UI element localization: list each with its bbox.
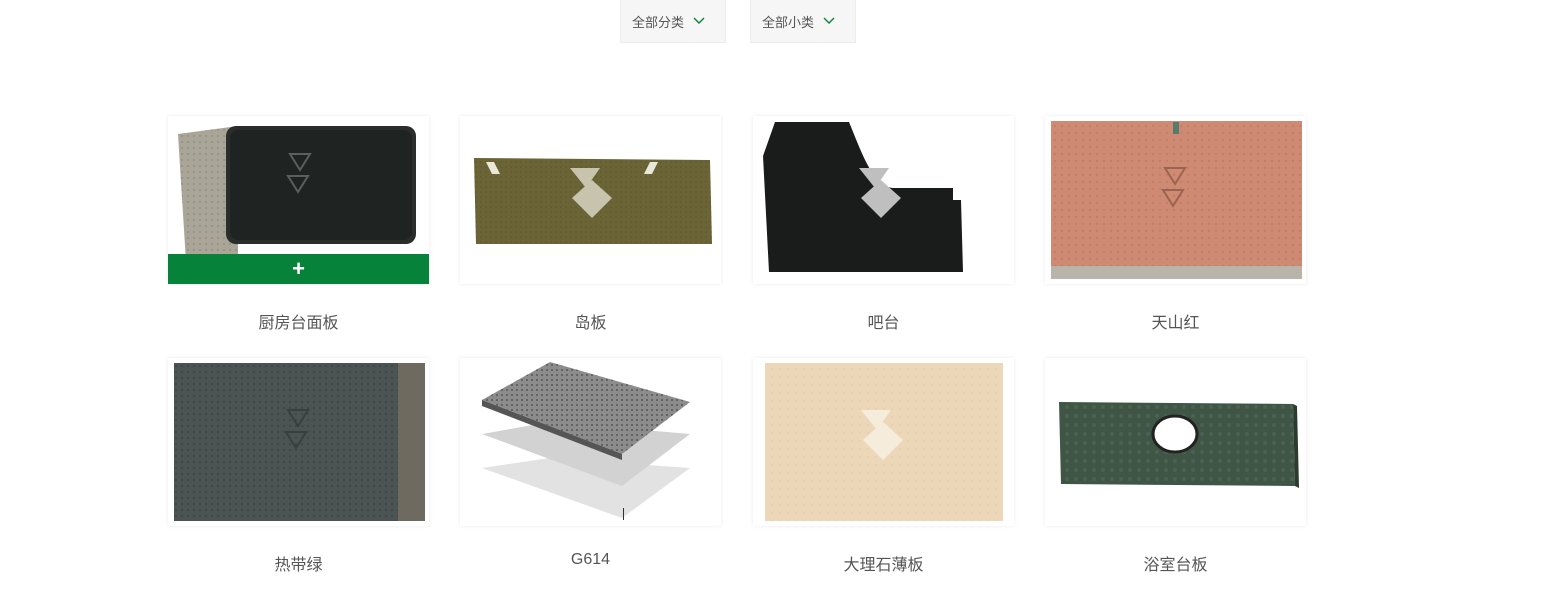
product-card-marble-thin-slab[interactable] <box>753 358 1014 526</box>
product-name: 岛板 <box>574 315 607 332</box>
product-image: + <box>168 116 429 284</box>
subcategory-filter-dropdown[interactable]: 全部小类 <box>750 0 856 43</box>
product-card-bar-counter[interactable] <box>753 116 1014 284</box>
add-button[interactable]: + <box>168 254 429 284</box>
product-name: 吧台 <box>867 315 900 332</box>
product-image <box>1045 358 1306 526</box>
product-image <box>460 358 721 526</box>
product-image <box>753 116 1014 284</box>
product-name: 浴室台板 <box>1143 557 1208 574</box>
subcategory-filter-label: 全部小类 <box>762 14 815 30</box>
product-name: 厨房台面板 <box>258 315 339 332</box>
category-filter-dropdown[interactable]: 全部分类 <box>620 0 726 43</box>
product-image <box>753 358 1014 526</box>
product-name: 大理石薄板 <box>843 557 924 574</box>
product-name: 天山红 <box>1151 315 1200 332</box>
product-card-bathroom-vanity-top[interactable] <box>1045 358 1306 526</box>
product-card-island-board[interactable] <box>460 116 721 284</box>
chevron-down-icon <box>823 17 835 24</box>
product-card-kitchen-countertop[interactable]: + <box>168 116 429 284</box>
product-image <box>1045 116 1306 284</box>
category-filter-label: 全部分类 <box>632 14 685 30</box>
product-card-tropical-green[interactable] <box>168 358 429 526</box>
product-card-g614[interactable] <box>460 358 721 526</box>
filter-bar: 全部分类 全部小类 <box>0 0 1558 44</box>
chevron-down-icon <box>693 17 705 24</box>
product-name: 热带绿 <box>274 557 323 574</box>
product-card-tianshan-red[interactable] <box>1045 116 1306 284</box>
product-image <box>460 116 721 284</box>
product-image <box>168 358 429 526</box>
product-name: G614 <box>570 551 611 568</box>
